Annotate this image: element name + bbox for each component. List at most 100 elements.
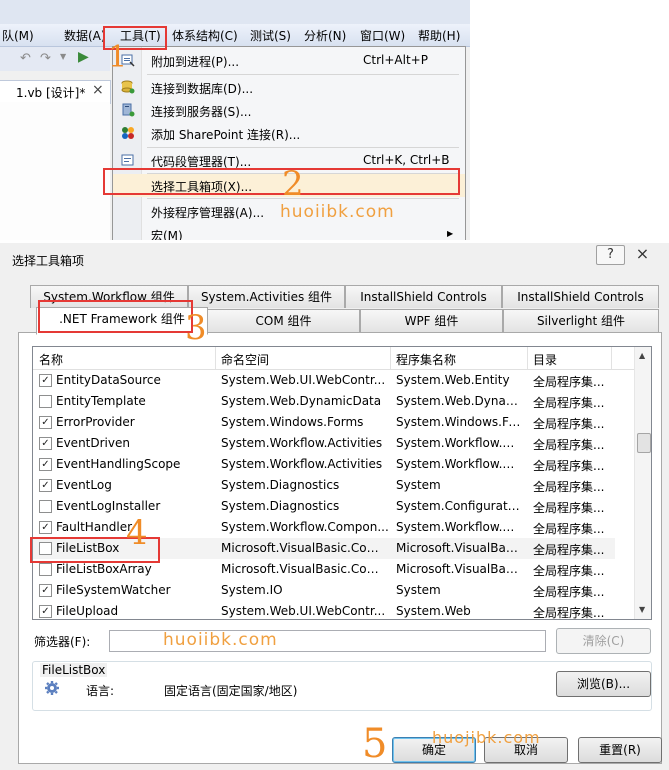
menu-help[interactable]: 帮助(H)	[418, 27, 460, 44]
table-row[interactable]: ✓ EventLog System.Diagnostics System 全局程序集..…	[33, 475, 615, 496]
cell-name: EventLog	[56, 478, 112, 492]
table-row[interactable]: ✓ FaultHandler System.Workflow.Compon... Sy…	[33, 517, 615, 538]
database-connect-icon	[121, 80, 135, 94]
row-checkbox[interactable]	[39, 500, 52, 513]
row-checkbox[interactable]: ✓	[39, 584, 52, 597]
cell-directory: 全局程序集...	[533, 375, 605, 389]
cell-directory: 全局程序集...	[533, 543, 605, 557]
table-row[interactable]: ✓ FileSystemWatcher System.IO System 全局程序集..…	[33, 580, 615, 601]
row-checkbox[interactable]: ✓	[39, 437, 52, 450]
cell-assembly: Microsoft.VisualBas...	[396, 541, 521, 555]
document-tab[interactable]: 1.vb [设计]* ×	[0, 80, 111, 104]
row-checkbox[interactable]: ✓	[39, 605, 52, 618]
menu-item-macros[interactable]: 宏(M) ▶	[113, 223, 465, 240]
row-checkbox[interactable]: ✓	[39, 416, 52, 429]
redo-icon[interactable]: ↷	[40, 51, 51, 66]
cell-namespace: System.Diagnostics	[221, 499, 340, 513]
menu-separator	[147, 147, 459, 148]
reset-button[interactable]: 重置(R)	[578, 737, 662, 763]
menu-analyze[interactable]: 分析(N)	[304, 27, 346, 44]
run-icon[interactable]: ▶	[78, 49, 89, 65]
cell-namespace: System.Workflow.Compon...	[221, 520, 389, 534]
snippet-manager-icon	[121, 153, 135, 167]
scroll-down-icon[interactable]: ▼	[639, 605, 645, 614]
menu-window[interactable]: 窗口(W)	[360, 27, 405, 44]
menu-architecture[interactable]: 体系结构(C)	[172, 27, 238, 44]
menu-item-sharepoint[interactable]: 添加 SharePoint 连接(R)...	[113, 122, 465, 145]
row-checkbox[interactable]: ✓	[39, 479, 52, 492]
tab-system-activities[interactable]: System.Activities 组件	[188, 285, 345, 308]
vertical-scrollbar[interactable]: ▲ ▼	[634, 347, 651, 619]
cell-namespace: Microsoft.VisualBasic.Com...	[221, 541, 389, 555]
tab-com[interactable]: COM 组件	[207, 309, 360, 332]
table-row[interactable]: EventLogInstaller System.Diagnostics Syste…	[33, 496, 615, 517]
cell-directory: 全局程序集...	[533, 459, 605, 473]
row-checkbox[interactable]: ✓	[39, 521, 52, 534]
row-checkbox[interactable]	[39, 395, 52, 408]
cell-name: EventHandlingScope	[56, 457, 181, 471]
cell-name: FileSystemWatcher	[56, 583, 171, 597]
cell-namespace: System.Web.UI.WebContr...	[221, 604, 386, 618]
list-header: 名称 命名空间 程序集名称 目录	[33, 347, 634, 370]
menu-item-attach-process[interactable]: 附加到进程(P)... Ctrl+Alt+P	[113, 49, 465, 72]
language-label: 语言:	[86, 684, 115, 698]
cell-assembly: System	[396, 583, 441, 597]
table-row[interactable]: ✓ EntityDataSource System.Web.UI.WebContr.…	[33, 370, 615, 391]
ide-title-area	[0, 0, 470, 24]
submenu-arrow-icon: ▶	[447, 229, 454, 238]
help-button[interactable]: ?	[596, 245, 625, 265]
cell-directory: 全局程序集...	[533, 438, 605, 452]
tab-silverlight[interactable]: Silverlight 组件	[503, 309, 659, 332]
tab-wpf[interactable]: WPF 组件	[360, 309, 503, 332]
menu-item-connect-database[interactable]: 连接到数据库(D)...	[113, 76, 465, 99]
cell-directory: 全局程序集...	[533, 606, 605, 620]
menu-item-connect-server[interactable]: 连接到服务器(S)...	[113, 99, 465, 122]
undo-icon[interactable]: ↶	[20, 51, 31, 66]
component-list: 名称 命名空间 程序集名称 目录 ✓ EntityDataSource System…	[32, 346, 652, 620]
row-checkbox[interactable]: ✓	[39, 374, 52, 387]
close-tab-icon[interactable]: ×	[92, 82, 104, 98]
column-divider	[390, 347, 391, 369]
choose-toolbox-items-dialog: 选择工具箱项 ? × System.Workflow 组件 System.Act…	[0, 243, 669, 770]
row-checkbox[interactable]	[39, 563, 52, 576]
cell-assembly: System.Web	[396, 604, 471, 618]
column-header-directory[interactable]: 目录	[533, 351, 557, 368]
cell-assembly: System.Web.Entity	[396, 373, 510, 387]
step-annotation: 5	[362, 721, 388, 767]
table-row[interactable]: ✓ ErrorProvider System.Windows.Forms System…	[33, 412, 615, 433]
tab-installshield-1[interactable]: InstallShield Controls	[345, 285, 502, 308]
cell-directory: 全局程序集...	[533, 396, 605, 410]
menu-data[interactable]: 数据(A)	[64, 27, 106, 44]
table-row[interactable]: ✓ EventHandlingScope System.Workflow.Activ…	[33, 454, 615, 475]
cell-assembly: System.Workflow.A...	[396, 436, 521, 450]
menu-item-label: 宏(M)	[151, 229, 183, 240]
cell-namespace: System.Workflow.Activities	[221, 457, 383, 471]
cell-name: EventDriven	[56, 436, 130, 450]
watermark: huojibk.com	[432, 728, 541, 747]
clear-button[interactable]: 清除(C)	[556, 628, 651, 654]
column-header-assembly[interactable]: 程序集名称	[396, 351, 456, 368]
row-checkbox[interactable]: ✓	[39, 458, 52, 471]
watermark: huoiibk.com	[163, 630, 278, 650]
close-button[interactable]: ×	[629, 245, 656, 263]
column-header-name[interactable]: 名称	[39, 351, 63, 368]
table-row[interactable]: ✓ FileUpload System.Web.UI.WebContr... Syst…	[33, 601, 615, 620]
scroll-up-icon[interactable]: ▲	[639, 351, 645, 360]
menu-team[interactable]: 队(M)	[2, 27, 34, 44]
menu-test[interactable]: 测试(S)	[250, 27, 291, 44]
cell-namespace: System.Windows.Forms	[221, 415, 364, 429]
table-row[interactable]: EntityTemplate System.Web.DynamicData Syst…	[33, 391, 615, 412]
column-divider	[611, 347, 612, 369]
menu-item-shortcut: Ctrl+Alt+P	[363, 53, 428, 67]
scroll-thumb[interactable]	[637, 433, 651, 453]
column-header-namespace[interactable]: 命名空间	[221, 351, 269, 368]
cell-directory: 全局程序集...	[533, 522, 605, 536]
table-row[interactable]: ✓ EventDriven System.Workflow.Activities Sy…	[33, 433, 615, 454]
column-divider	[527, 347, 528, 369]
dropdown-arrow-icon[interactable]: ▼	[60, 52, 66, 61]
tab-installshield-2[interactable]: InstallShield Controls	[502, 285, 659, 308]
menu-item-label: 添加 SharePoint 连接(R)...	[151, 128, 301, 142]
cell-assembly: System.Workflow.A...	[396, 457, 521, 471]
designer-area	[0, 102, 110, 240]
browse-button[interactable]: 浏览(B)...	[556, 671, 651, 697]
